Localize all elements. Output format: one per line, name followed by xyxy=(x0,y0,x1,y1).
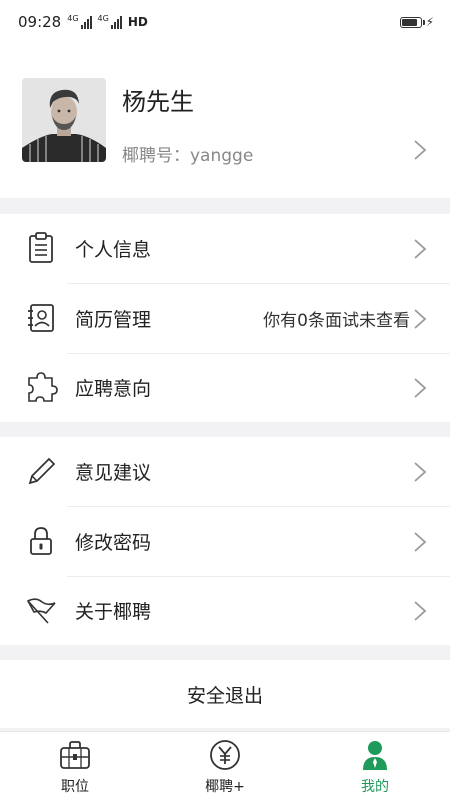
chevron-right-icon xyxy=(414,140,427,160)
profile-header[interactable]: 杨先生 椰聘号：yangge xyxy=(0,44,450,198)
menu-item-label: 应聘意向 xyxy=(75,378,152,400)
menu-group-2: 意见建议 修改密码 关于椰聘 xyxy=(0,437,450,645)
lock-icon xyxy=(30,527,52,555)
signal-icon-1: 4G xyxy=(67,15,92,29)
menu-item-change-password[interactable]: 修改密码 xyxy=(0,507,450,576)
tab-label: 椰聘+ xyxy=(205,779,245,795)
status-left: 09:28 4G 4G HD xyxy=(18,13,148,31)
menu-item-label: 简历管理 xyxy=(75,309,152,331)
chevron-right-icon xyxy=(414,309,427,329)
status-bar: 09:28 4G 4G HD ⚡ xyxy=(0,0,450,44)
charging-icon: ⚡ xyxy=(425,15,434,29)
tab-label: 职位 xyxy=(61,779,89,795)
puzzle-icon xyxy=(28,372,58,402)
chevron-right-icon xyxy=(414,378,427,398)
menu-item-resume-management[interactable]: 简历管理 你有0条面试未查看 xyxy=(0,284,450,353)
hd-indicator: HD xyxy=(127,15,148,29)
account-id: 椰聘号：yangge xyxy=(122,146,254,166)
user-name: 杨先生 xyxy=(122,88,194,116)
pencil-icon xyxy=(28,457,56,485)
resume-profile-icon xyxy=(28,304,54,332)
logout-label: 安全退出 xyxy=(186,684,263,707)
chevron-right-icon xyxy=(414,532,427,552)
chevron-right-icon xyxy=(414,601,427,621)
tab-mine[interactable]: 我的 xyxy=(330,732,420,800)
status-time: 09:28 xyxy=(18,13,62,31)
menu-item-personal-info[interactable]: 个人信息 xyxy=(0,214,450,283)
battery-icon xyxy=(399,16,425,28)
menu-item-about[interactable]: 关于椰聘 xyxy=(0,576,450,645)
signal-icon-2: 4G xyxy=(98,15,122,29)
menu-group-1: 个人信息 简历管理 你有0条面试未查看 应聘意向 xyxy=(0,214,450,422)
clipboard-icon xyxy=(29,232,53,263)
battery-level xyxy=(401,18,417,26)
menu-item-label: 修改密码 xyxy=(75,532,152,554)
chevron-right-icon xyxy=(414,462,427,482)
menu-item-job-intention[interactable]: 应聘意向 xyxy=(0,353,450,422)
flag-icon xyxy=(26,598,56,624)
interview-notice: 你有0条面试未查看 xyxy=(263,311,410,331)
person-icon xyxy=(363,741,387,770)
tab-yepin-plus[interactable]: 椰聘+ xyxy=(180,732,270,800)
menu-item-feedback[interactable]: 意见建议 xyxy=(0,437,450,506)
tab-label: 我的 xyxy=(361,779,389,795)
briefcase-icon xyxy=(60,741,90,769)
tab-jobs[interactable]: 职位 xyxy=(30,732,120,800)
logout-button[interactable]: 安全退出 xyxy=(0,660,450,728)
menu-item-label: 关于椰聘 xyxy=(75,601,152,623)
menu-item-label: 意见建议 xyxy=(75,462,152,484)
avatar[interactable] xyxy=(22,78,106,162)
yuan-circle-icon xyxy=(210,740,240,770)
menu-item-label: 个人信息 xyxy=(75,239,152,261)
chevron-right-icon xyxy=(414,239,427,259)
status-right: ⚡ xyxy=(399,15,434,29)
bottom-tab-bar: 职位 椰聘+ 我的 xyxy=(0,731,450,800)
